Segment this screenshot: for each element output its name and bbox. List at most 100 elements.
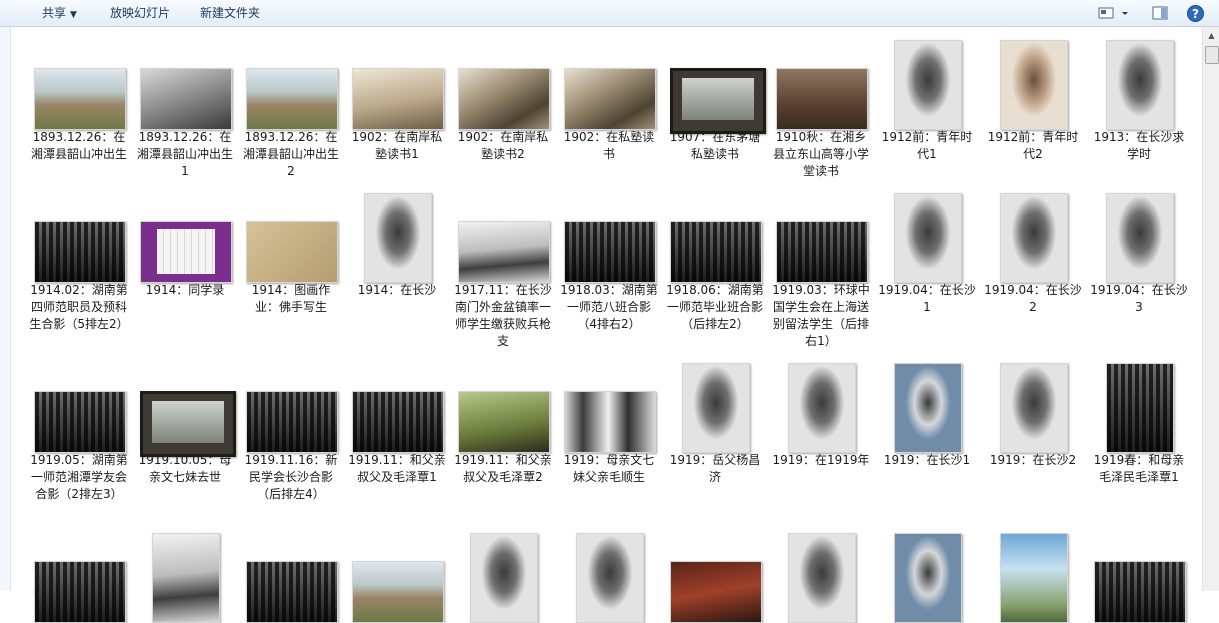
file-item[interactable] [980, 529, 1086, 623]
thumbnail-frame [344, 359, 450, 453]
file-item[interactable]: 1918.03：湖南第一师范八班合影（4排右2） [556, 189, 662, 333]
file-item[interactable]: 1919：母亲文七妹父亲毛顺生 [556, 359, 662, 486]
help-icon[interactable]: ? [1187, 5, 1204, 22]
file-name-label: 1917.11：在长沙南门外金盆镇率一师学生缴获败兵枪支 [454, 283, 552, 348]
image-thumbnail [246, 391, 338, 453]
thumbnail-frame [450, 189, 556, 283]
svg-text:?: ? [1192, 7, 1199, 21]
file-item[interactable]: 1893.12.26：在湘潭县韶山冲出生 [26, 36, 132, 163]
image-thumbnail [1106, 363, 1174, 453]
file-item[interactable]: 1919：在长沙1 [874, 359, 980, 469]
image-thumbnail [682, 363, 750, 453]
slideshow-button[interactable]: 放映幻灯片 [110, 0, 170, 26]
file-name-label: 1910秋：在湘乡县立东山高等小学堂读书 [772, 130, 869, 178]
file-name-label: 1893.12.26：在湘潭县韶山冲出生 [30, 130, 127, 161]
file-item[interactable]: 1917.11：在长沙南门外金盆镇率一师学生缴获败兵枪支 [450, 189, 556, 350]
file-item[interactable]: 1912前：青年时代2 [980, 36, 1086, 163]
file-item[interactable] [768, 529, 874, 623]
image-thumbnail [352, 68, 444, 130]
view-options-icon[interactable] [1098, 5, 1114, 21]
file-item[interactable]: 1902：在南岸私塾读书2 [450, 36, 556, 163]
image-thumbnail [470, 533, 538, 623]
file-item[interactable]: 1919.03：环球中国学生会在上海送别留法学生（后排右1） [768, 189, 874, 350]
file-name-label: 1913：在长沙求学时 [1093, 130, 1185, 161]
file-item[interactable]: 1914：在长沙 [344, 189, 450, 299]
thumbnail-frame [26, 36, 132, 130]
image-thumbnail [246, 561, 338, 623]
image-thumbnail [140, 68, 232, 130]
new-folder-button[interactable]: 新建文件夹 [200, 0, 260, 26]
thumbnail-frame [450, 359, 556, 453]
file-item[interactable]: 1919.04：在长沙1 [874, 189, 980, 316]
thumbnail-frame [556, 189, 662, 283]
file-name-label: 1919：在长沙2 [989, 453, 1077, 467]
file-item[interactable] [344, 529, 450, 623]
file-item[interactable] [238, 529, 344, 623]
file-item[interactable]: 1914.02：湖南第四师范职员及预科生合影（5排左2） [26, 189, 132, 333]
file-name-label: 1919：在1919年 [772, 453, 870, 467]
thumbnail-frame [1086, 529, 1192, 623]
file-item[interactable] [1086, 529, 1192, 623]
file-name-label: 1919：母亲文七妹父亲毛顺生 [563, 453, 655, 484]
file-item[interactable]: 1919.04：在长沙3 [1086, 189, 1192, 316]
file-name-label: 1919.10.05：母亲文七妹去世 [138, 453, 232, 484]
thumbnail-frame [132, 359, 238, 457]
file-item[interactable]: 1919.05：湖南第一师范湘潭学友会合影（2排左3） [26, 359, 132, 503]
file-item[interactable]: 1919.10.05：母亲文七妹去世 [132, 359, 238, 486]
file-item[interactable]: 1919春：和母亲毛泽民毛泽覃1 [1086, 359, 1192, 486]
preview-pane-icon[interactable] [1152, 5, 1168, 21]
view-dropdown-arrow-icon[interactable] [1120, 5, 1130, 21]
file-item[interactable]: 1914：图画作业：佛手写生 [238, 189, 344, 316]
image-thumbnail [140, 391, 236, 457]
file-item[interactable] [874, 529, 980, 623]
file-name-label: 1902：在南岸私塾读书1 [351, 130, 443, 161]
file-item[interactable]: 1919：岳父杨昌济 [662, 359, 768, 486]
file-item[interactable]: 1919.11.16：新民学会长沙合影（后排左4） [238, 359, 344, 503]
file-item[interactable]: 1907：在东茅塘私塾读书 [662, 36, 768, 163]
file-item[interactable] [662, 529, 768, 623]
file-item[interactable]: 1913：在长沙求学时 [1086, 36, 1192, 163]
thumbnail-frame [980, 529, 1086, 623]
file-item[interactable]: 1919.04：在长沙2 [980, 189, 1086, 316]
file-item[interactable]: 1919.11：和父亲叔父及毛泽覃1 [344, 359, 450, 486]
file-item[interactable] [450, 529, 556, 623]
thumbnail-frame [768, 359, 874, 453]
vertical-scrollbar[interactable]: ▲ [1202, 27, 1219, 591]
image-thumbnail [564, 391, 656, 453]
image-thumbnail [776, 68, 868, 130]
share-label: 共享 [42, 6, 67, 20]
thumbnail-frame [662, 359, 768, 453]
thumbnail-frame [132, 36, 238, 130]
scroll-up-arrow-icon[interactable]: ▲ [1203, 27, 1219, 44]
image-thumbnail [776, 221, 868, 283]
image-thumbnail [670, 561, 762, 623]
file-name-label: 1919.05：湖南第一师范湘潭学友会合影（2排左3） [30, 453, 128, 501]
file-item[interactable]: 1918.06：湖南第一师范毕业班合影（后排左2） [662, 189, 768, 333]
file-item[interactable]: 1919：在长沙2 [980, 359, 1086, 469]
file-item[interactable]: 1902：在南岸私塾读书1 [344, 36, 450, 163]
share-button[interactable]: 共享 ▼ [42, 0, 77, 26]
file-name-label: 1914：同学录 [145, 283, 225, 297]
file-item[interactable]: 1919：在1919年 [768, 359, 874, 469]
thumbnail-frame [980, 189, 1086, 283]
image-thumbnail [34, 221, 126, 283]
file-item[interactable] [132, 529, 238, 623]
thumbnail-frame [662, 189, 768, 283]
file-name-label: 1919.11：和父亲叔父及毛泽覃1 [348, 453, 446, 484]
thumbnail-frame [874, 189, 980, 283]
file-name-label: 1919春：和母亲毛泽民毛泽覃1 [1093, 453, 1185, 484]
file-item[interactable]: 1912前：青年时代1 [874, 36, 980, 163]
file-item[interactable]: 1893.12.26：在湘潭县韶山冲出生2 [238, 36, 344, 180]
image-thumbnail [1000, 363, 1068, 453]
file-item[interactable]: 1893.12.26：在湘潭县韶山冲出生1 [132, 36, 238, 180]
file-item[interactable] [26, 529, 132, 623]
file-item[interactable]: 1919.11：和父亲叔父及毛泽覃2 [450, 359, 556, 486]
scroll-thumb[interactable] [1205, 46, 1219, 64]
file-item[interactable]: 1910秋：在湘乡县立东山高等小学堂读书 [768, 36, 874, 180]
file-item[interactable]: 1914：同学录 [132, 189, 238, 299]
thumbnail-frame [238, 36, 344, 130]
image-thumbnail [1094, 561, 1186, 623]
file-item[interactable]: 1902：在私塾读书 [556, 36, 662, 163]
file-item[interactable] [556, 529, 662, 623]
thumbnail-frame [556, 529, 662, 623]
